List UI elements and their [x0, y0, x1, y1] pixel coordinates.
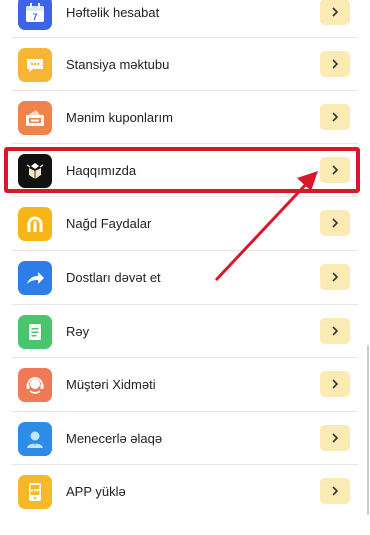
feedback-icon — [18, 315, 52, 349]
chevron-right-icon[interactable] — [320, 0, 350, 25]
headset-icon — [18, 368, 52, 402]
chevron-right-icon[interactable] — [320, 51, 350, 77]
manager-icon — [18, 422, 52, 456]
menu-item-about-us[interactable]: Haqqımızda — [0, 144, 370, 197]
chevron-right-icon[interactable] — [320, 371, 350, 397]
menu-item-station-letter[interactable]: Stansiya məktubu — [0, 38, 370, 91]
menu-item-weekly-report[interactable]: 7 Həftəlik hesabat — [0, 0, 370, 39]
menu-item-contact-manager[interactable]: Menecerlə əlaqə — [0, 412, 370, 465]
chevron-right-icon[interactable] — [320, 318, 350, 344]
menu-item-label: Haqqımızda — [66, 163, 137, 178]
menu-item-label: Rəy — [66, 324, 90, 339]
menu-item-customer-service[interactable]: Müştəri Xidməti — [0, 358, 370, 411]
chat-bubble-icon — [18, 48, 52, 82]
menu-item-label: Menecerlə əlaqə — [66, 431, 163, 446]
share-icon — [18, 261, 52, 295]
menu-item-label: Dostları dəvət et — [66, 270, 161, 285]
chevron-right-icon[interactable] — [320, 104, 350, 130]
chevron-right-icon[interactable] — [320, 157, 350, 183]
menu-item-feedback[interactable]: Rəy — [0, 305, 370, 358]
menu-item-label: Stansiya məktubu — [66, 57, 170, 72]
menu-item-cash-benefits[interactable]: Nağd Faydalar — [0, 197, 370, 250]
settings-menu-page: 7 Həftəlik hesabat Stansiya məktubu Məni… — [0, 0, 370, 535]
chevron-right-icon[interactable] — [320, 210, 350, 236]
menu-item-label: Həftəlik hesabat — [66, 5, 160, 20]
menu-item-label: Mənim kuponlarım — [66, 110, 173, 125]
menu-item-label: Müştəri Xidməti — [66, 377, 156, 392]
calendar-icon: 7 — [18, 0, 52, 30]
chevron-right-icon[interactable] — [320, 478, 350, 504]
menu-item-invite-friends[interactable]: Dostları dəvət et — [0, 251, 370, 304]
scrollbar[interactable] — [367, 345, 369, 515]
menu-item-label: Nağd Faydalar — [66, 216, 152, 231]
chevron-right-icon[interactable] — [320, 264, 350, 290]
menu-item-label: APP yüklə — [66, 484, 126, 499]
menu-item-app-download[interactable]: APP APP yüklə — [0, 465, 370, 518]
cash-icon — [18, 207, 52, 241]
svg-text:7: 7 — [32, 12, 37, 22]
svg-text:APP: APP — [30, 488, 39, 493]
chevron-right-icon[interactable] — [320, 425, 350, 451]
menu-item-my-coupons[interactable]: Mənim kuponlarım — [0, 91, 370, 144]
coupon-icon — [18, 101, 52, 135]
app-logo-icon — [18, 154, 52, 188]
app-download-icon: APP — [18, 475, 52, 509]
